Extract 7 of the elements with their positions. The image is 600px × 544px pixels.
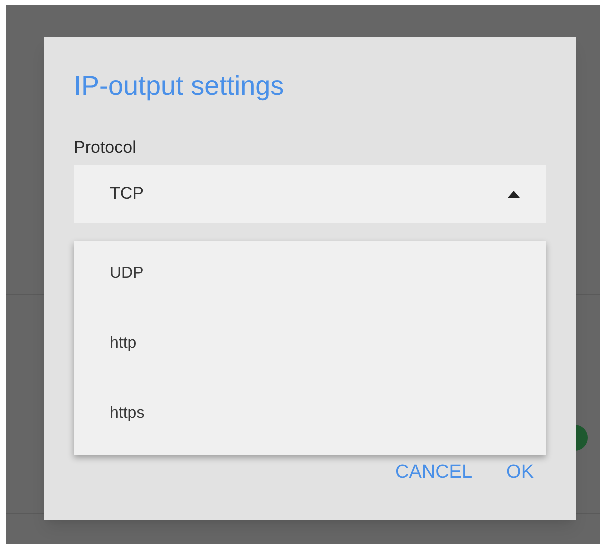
dropdown-option[interactable]: https [74, 383, 546, 453]
protocol-dropdown[interactable]: TCP [74, 165, 546, 223]
field-label: Protocol [74, 138, 136, 157]
dropdown-option[interactable]: UDP [74, 243, 546, 313]
dropdown-option[interactable]: http [74, 313, 546, 383]
caret-icon [508, 190, 520, 198]
dialog-title: IP-output settings [74, 70, 284, 102]
